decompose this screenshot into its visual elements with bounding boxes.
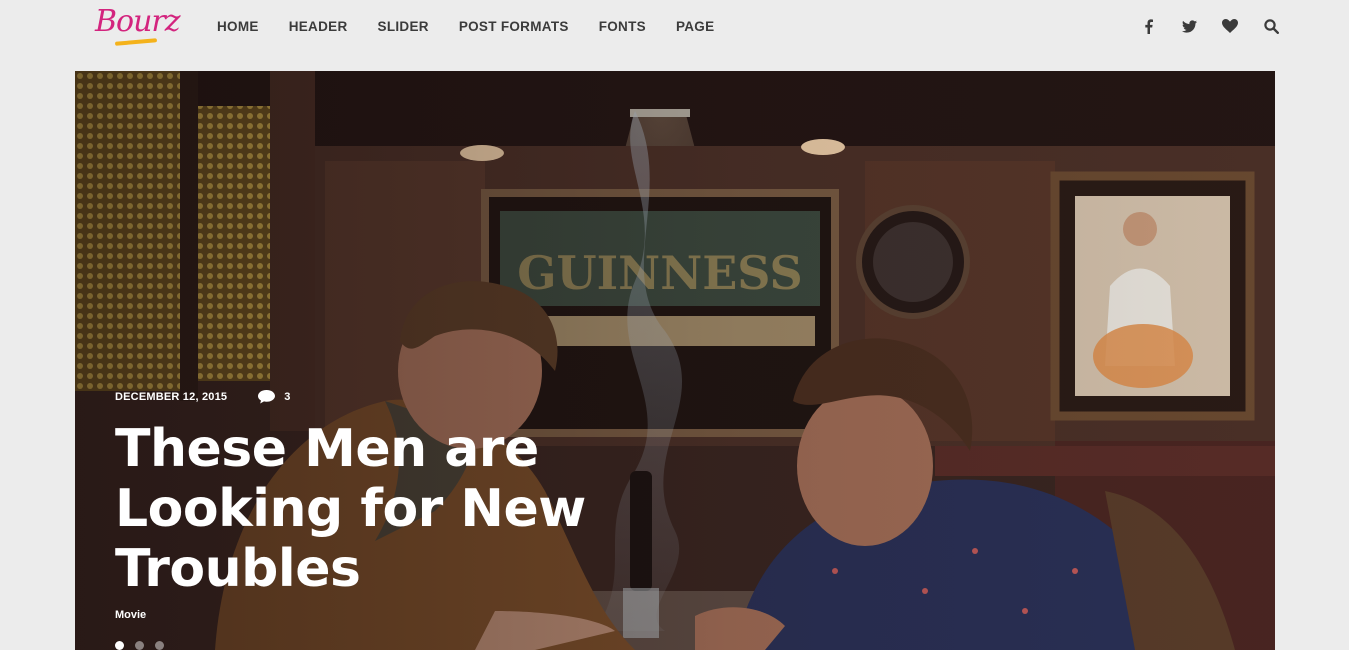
nav-item-header[interactable]: HEADER	[289, 18, 348, 36]
comment-count[interactable]: 3	[257, 389, 290, 404]
site-logo[interactable]: Bourz	[95, 2, 181, 42]
comment-count-value: 3	[284, 390, 291, 403]
nav-item-post-formats[interactable]: POST FORMATS	[459, 18, 569, 36]
post-meta: DECEMBER 12, 2015 3	[115, 389, 291, 404]
slider-dots	[115, 641, 175, 650]
hero-slider[interactable]: GUINNESS	[75, 71, 1275, 650]
nav-item-fonts[interactable]: FONTS	[599, 18, 646, 36]
nav-item-slider[interactable]: SLIDER	[378, 18, 429, 36]
nav-item-page[interactable]: PAGE	[676, 18, 714, 36]
main-nav: HOME HEADER SLIDER POST FORMATS FONTS PA…	[217, 18, 744, 36]
twitter-icon[interactable]	[1177, 15, 1201, 37]
slider-dot-3[interactable]	[155, 641, 164, 650]
search-icon[interactable]	[1259, 15, 1283, 37]
slider-dot-2[interactable]	[135, 641, 144, 650]
post-category[interactable]: Movie	[115, 609, 146, 621]
heart-icon[interactable]	[1218, 15, 1242, 37]
social-icons	[1136, 15, 1300, 37]
nav-item-home[interactable]: HOME	[217, 18, 259, 36]
comment-icon	[258, 390, 276, 404]
facebook-icon[interactable]	[1136, 15, 1160, 37]
slider-dot-1[interactable]	[115, 641, 124, 650]
post-date: DECEMBER 12, 2015	[115, 390, 228, 403]
top-bar: Bourz HOME HEADER SLIDER POST FORMATS FO…	[0, 0, 1349, 70]
post-title[interactable]: These Men are Looking for New Troubles	[115, 419, 675, 599]
